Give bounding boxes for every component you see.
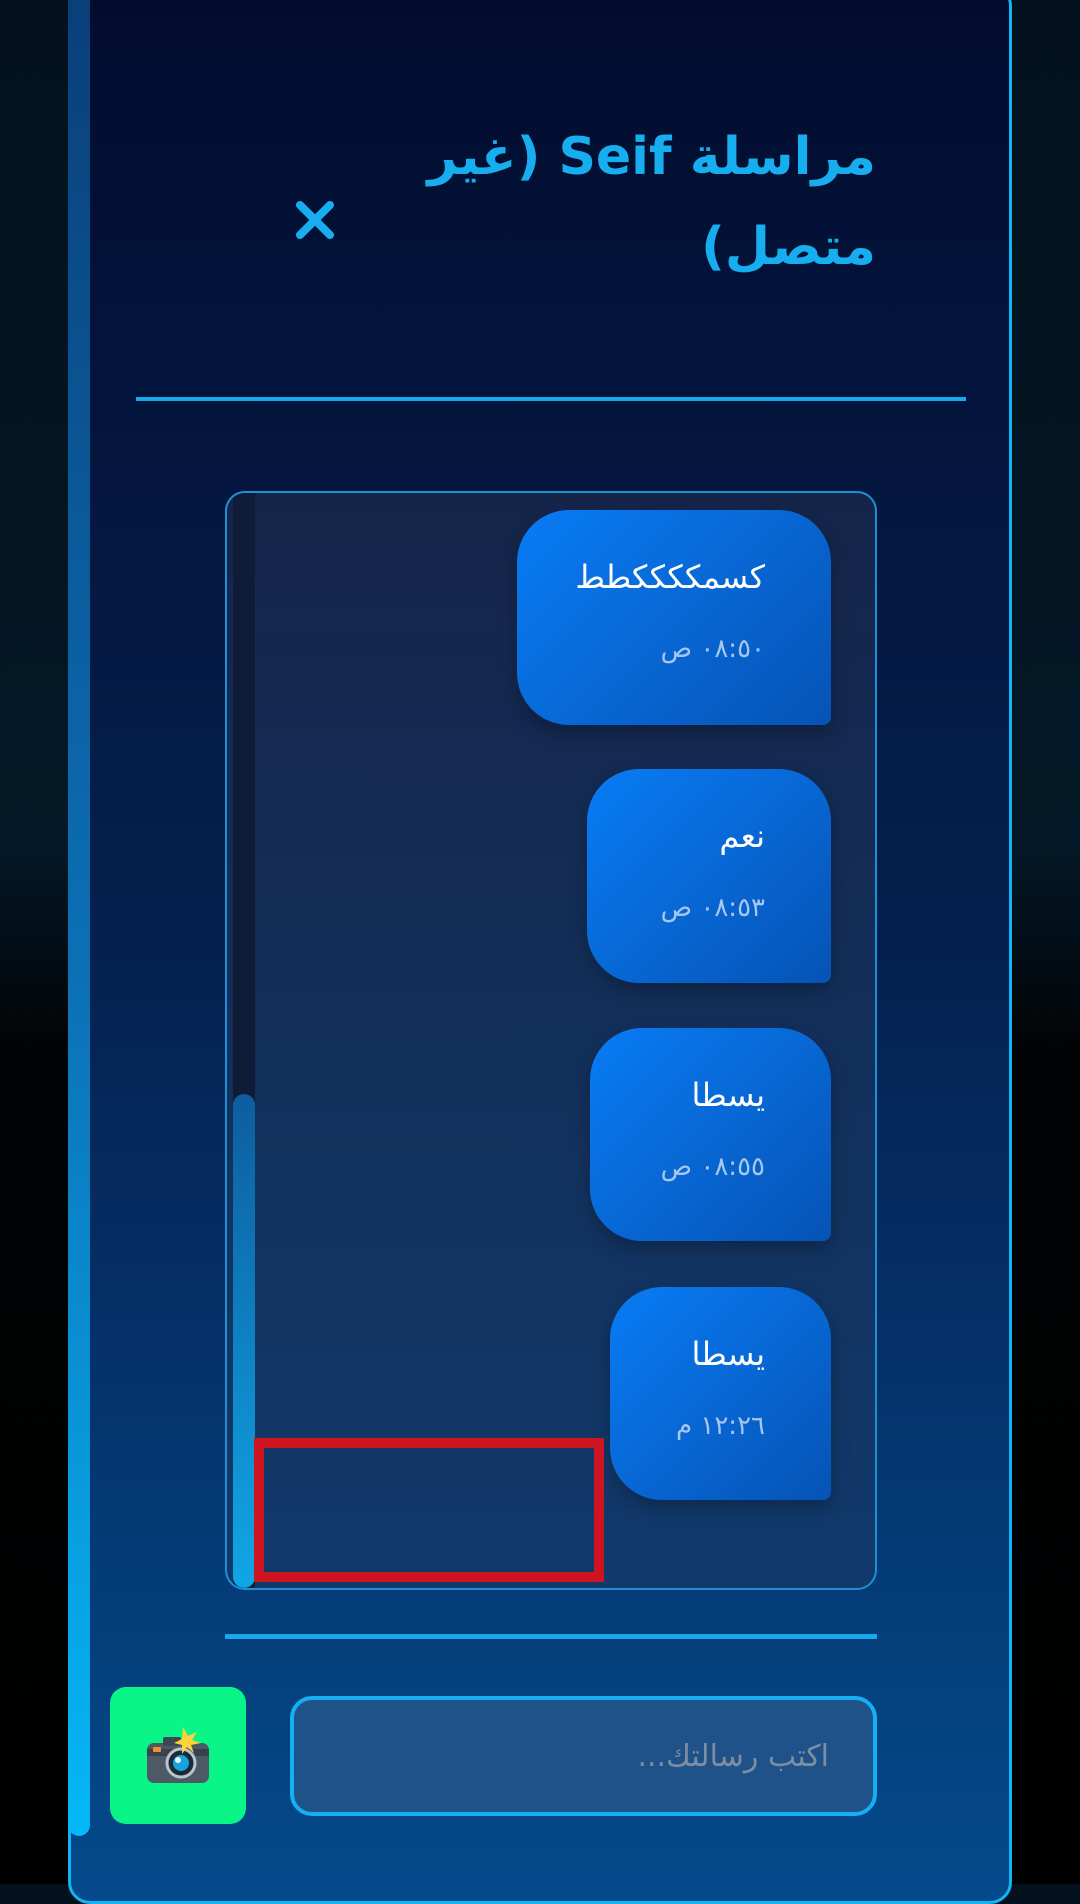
message-bubble: يسطا ١٢:٢٦ م	[610, 1287, 831, 1500]
message-text: يسطا	[691, 1335, 765, 1373]
message-text: يسطا	[691, 1076, 765, 1114]
panel-side-accent	[68, 0, 90, 1836]
message-input[interactable]	[290, 1696, 877, 1816]
header-divider	[136, 397, 966, 401]
message-bubble: يسطا ٠٨:٥٥ ص	[590, 1028, 831, 1241]
scrollbar-thumb[interactable]	[233, 1094, 255, 1588]
message-time: ١٢:٢٦ م	[676, 1411, 765, 1441]
composer-divider	[225, 1634, 877, 1639]
camera-flash-icon	[147, 1726, 209, 1783]
close-icon	[296, 201, 334, 239]
message-time: ٠٨:٥٣ ص	[660, 893, 765, 923]
message-text: نعم	[719, 817, 765, 855]
camera-button[interactable]	[110, 1687, 246, 1824]
chat-title: مراسلة Seif (غير متصل)	[427, 127, 876, 277]
highlight-box	[254, 1438, 604, 1582]
message-bubble: نعم ٠٨:٥٣ ص	[587, 769, 831, 983]
message-bubble: كسمككككطط ٠٨:٥٠ ص	[517, 510, 831, 725]
messages-container[interactable]: كسمككككطط ٠٨:٥٠ ص نعم ٠٨:٥٣ ص يسطا ٠٨:٥٥…	[225, 491, 877, 1590]
scrollbar-track[interactable]	[233, 493, 255, 1588]
message-time: ٠٨:٥٥ ص	[660, 1152, 765, 1182]
message-text: كسمككككطط	[575, 558, 765, 596]
close-button[interactable]	[282, 180, 348, 260]
message-time: ٠٨:٥٠ ص	[660, 634, 765, 664]
